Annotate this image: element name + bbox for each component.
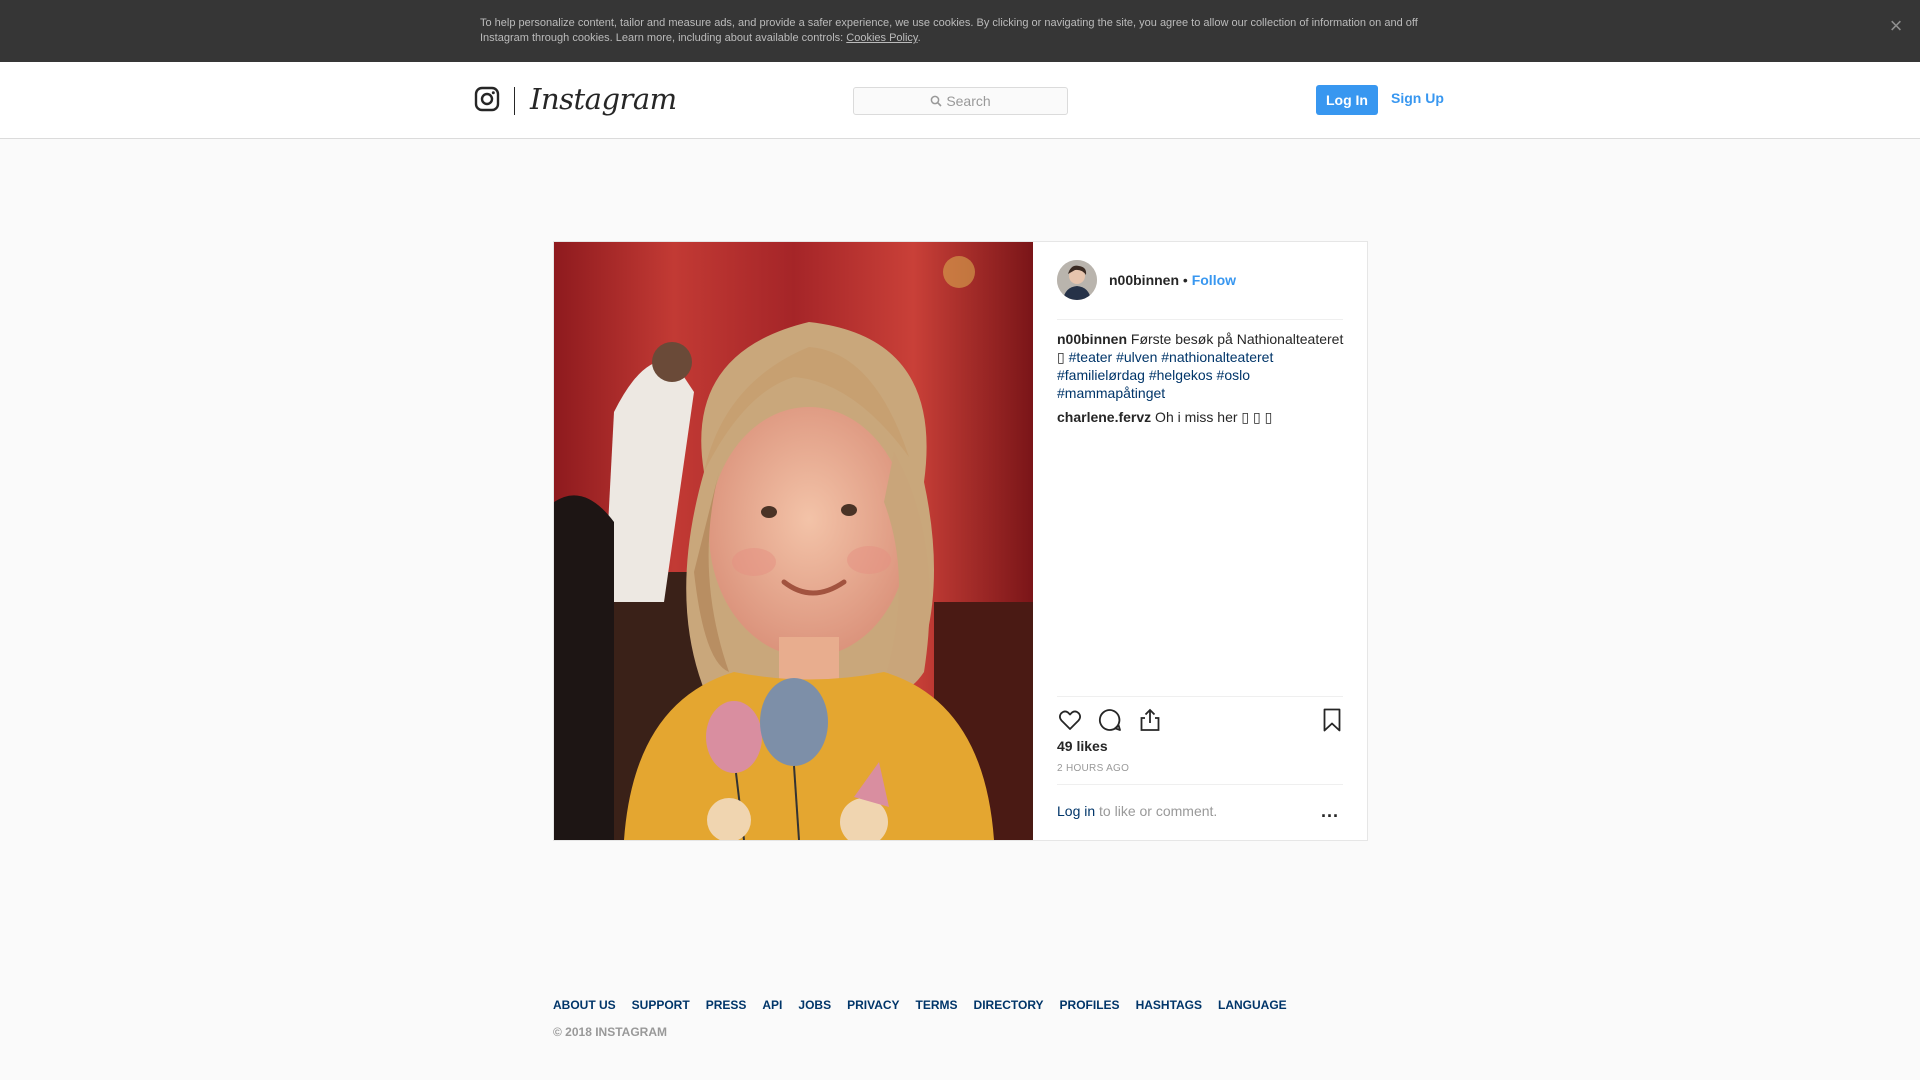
cookie-text-body: To help personalize content, tailor and …	[480, 17, 1418, 44]
footer-link-profiles[interactable]: PROFILES	[1060, 998, 1120, 1012]
post-photo[interactable]	[554, 242, 1033, 840]
more-options-button[interactable]: ...	[1321, 801, 1339, 822]
post-header: n00binnen • Follow	[1057, 260, 1343, 320]
login-prompt: Log in to like or comment. ...	[1057, 784, 1343, 840]
footer-link-hashtags[interactable]: HASHTAGS	[1136, 998, 1202, 1012]
hashtag-link[interactable]: #ulven	[1116, 349, 1157, 365]
hashtag-link[interactable]: #nathionalteateret	[1161, 349, 1273, 365]
footer-link-privacy[interactable]: PRIVACY	[847, 998, 899, 1012]
follow-button[interactable]: Follow	[1192, 272, 1236, 288]
cookie-text-period: .	[917, 32, 921, 44]
instagram-camera-icon[interactable]	[474, 86, 500, 112]
caption-text: Første besøk på Nathionalteateret	[1130, 331, 1344, 347]
top-navigation: Instagram Search Log In Sign Up	[0, 62, 1920, 139]
cookie-notice-text: To help personalize content, tailor and …	[480, 16, 1440, 46]
hashtag-link[interactable]: #teater	[1069, 349, 1113, 365]
post-photo-image	[554, 242, 1033, 840]
footer-nav: ABOUT US SUPPORT PRESS API JOBS PRIVACY TERMS D…	[553, 996, 1303, 1014]
search-input[interactable]: Search	[853, 87, 1068, 115]
footer-link-api[interactable]: API	[762, 998, 782, 1012]
footer-link-press[interactable]: PRESS	[706, 998, 747, 1012]
login-prompt-text: Log in to like or comment.	[1057, 803, 1217, 819]
logo-divider	[514, 87, 515, 115]
hashtag-link[interactable]: #familielørdag	[1057, 367, 1145, 383]
search-placeholder-wrap: Search	[854, 88, 1067, 114]
login-button[interactable]: Log In	[1316, 85, 1378, 115]
search-icon	[930, 95, 942, 107]
comment-items: charlene.fervz Oh i miss her ▯ ▯ ▯	[1057, 408, 1347, 426]
comment-text: Oh i miss her ▯ ▯ ▯	[1151, 409, 1273, 425]
caption-comment: n00binnen Første besøk på Nathionalteate…	[1057, 330, 1347, 402]
bookmark-icon[interactable]	[1319, 707, 1345, 733]
login-link[interactable]: Log in	[1057, 803, 1095, 819]
caption-hashtags: #teater #ulven #nathionalteateret #famil…	[1057, 349, 1273, 401]
post-author-username[interactable]: n00binnen	[1109, 272, 1179, 288]
instagram-wordmark[interactable]: Instagram	[530, 82, 677, 116]
footer-link-language[interactable]: LANGUAGE	[1218, 998, 1287, 1012]
cookies-policy-link[interactable]: Cookies Policy	[846, 32, 917, 44]
footer-link-support[interactable]: SUPPORT	[632, 998, 690, 1012]
search-placeholder: Search	[946, 93, 991, 109]
cookie-banner: To help personalize content, tailor and …	[0, 0, 1920, 62]
comment-bubble-icon[interactable]	[1097, 707, 1123, 733]
separator-dot: •	[1182, 272, 1188, 288]
post-card: n00binnen • Follow n00binnen Første besø…	[553, 241, 1368, 841]
hashtag-link[interactable]: #helgekos	[1149, 367, 1213, 383]
comment-item: charlene.fervz Oh i miss her ▯ ▯ ▯	[1057, 408, 1347, 426]
footer-link-directory[interactable]: DIRECTORY	[974, 998, 1044, 1012]
post-sidebar: n00binnen • Follow n00binnen Første besø…	[1033, 242, 1367, 840]
avatar-image	[1057, 260, 1097, 300]
hashtag-link[interactable]: #mammapåtinget	[1057, 385, 1165, 401]
hashtag-link[interactable]: #oslo	[1217, 367, 1250, 383]
share-icon[interactable]	[1137, 707, 1163, 733]
comment-username[interactable]: charlene.fervz	[1057, 409, 1151, 425]
copyright: © 2018 INSTAGRAM	[553, 1025, 667, 1039]
footer-link-jobs[interactable]: JOBS	[798, 998, 831, 1012]
like-count[interactable]: 49 likes	[1057, 738, 1108, 754]
heart-icon[interactable]	[1057, 707, 1083, 733]
signup-link[interactable]: Sign Up	[1391, 90, 1444, 106]
comments-list: n00binnen Første besøk på Nathionalteate…	[1057, 330, 1347, 432]
avatar[interactable]	[1057, 260, 1097, 300]
post-actions	[1057, 696, 1343, 736]
close-icon[interactable]: ×	[1884, 14, 1908, 38]
login-prompt-suffix: to like or comment.	[1095, 803, 1218, 819]
footer-link-about-us[interactable]: ABOUT US	[553, 998, 616, 1012]
caption-emoji: ▯	[1057, 349, 1065, 365]
caption-username[interactable]: n00binnen	[1057, 331, 1127, 347]
post-author-line: n00binnen • Follow	[1109, 272, 1236, 288]
post-timestamp[interactable]: 2 HOURS AGO	[1057, 763, 1129, 774]
footer-link-terms[interactable]: TERMS	[916, 998, 958, 1012]
